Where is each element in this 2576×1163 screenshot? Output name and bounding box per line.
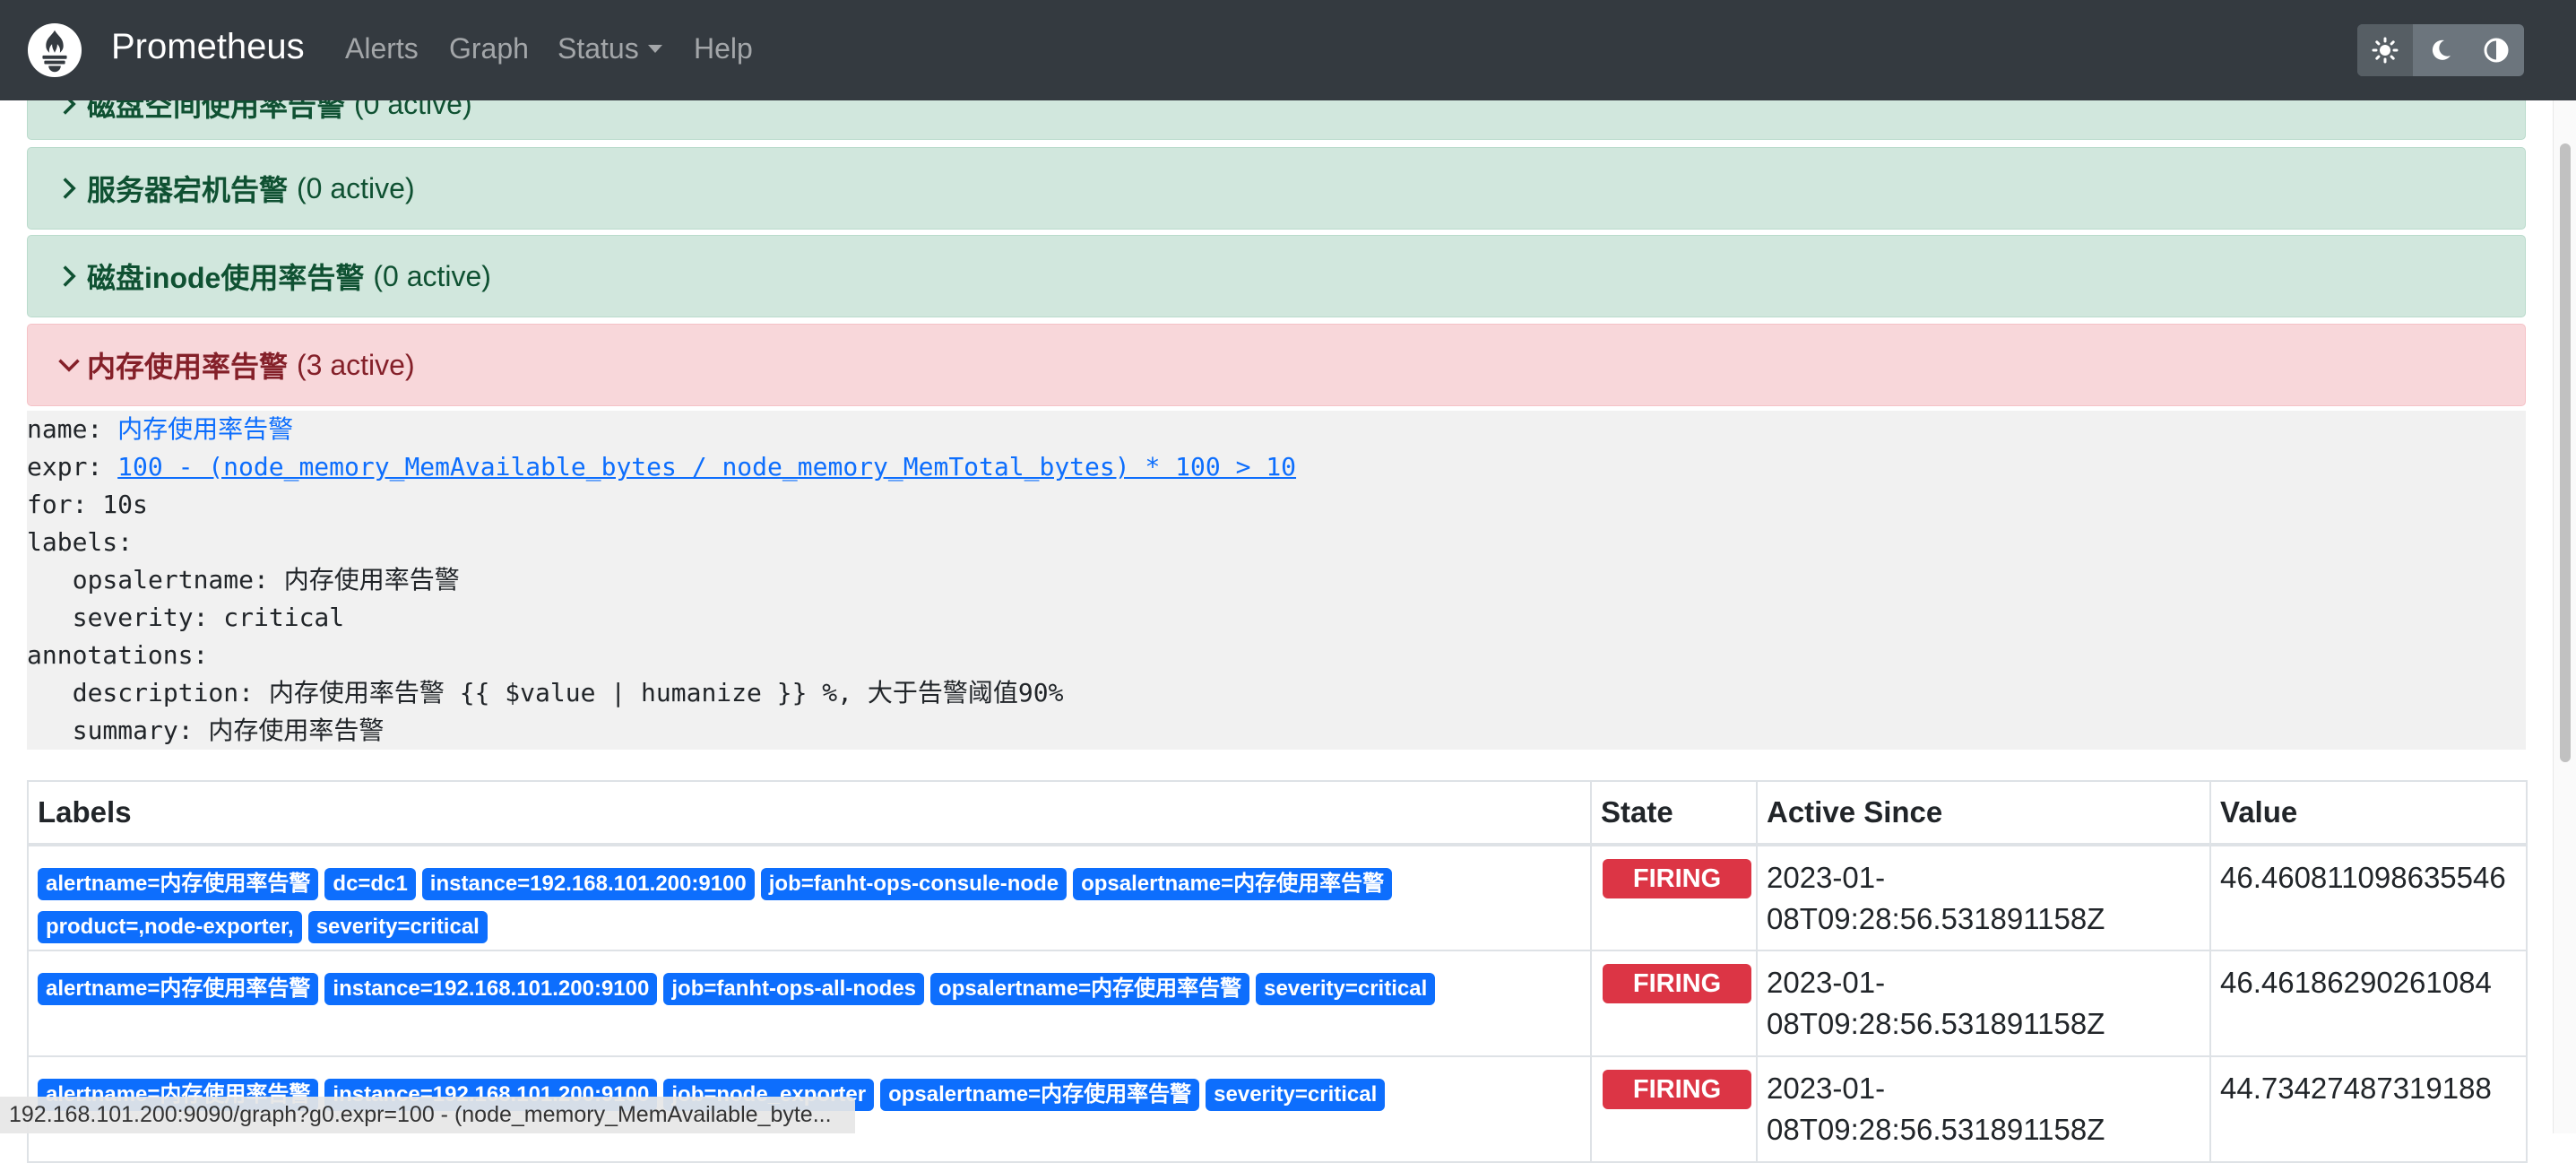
chevron-right-icon [63, 178, 76, 199]
half-circle-icon [2484, 38, 2509, 63]
since-time: 08T09:28:56.531891158Z [1767, 1007, 2105, 1040]
rule-name-line: name: 内存使用率告警 [27, 411, 293, 448]
nav-alerts[interactable]: Alerts [345, 32, 419, 65]
header-labels: Labels [27, 780, 1592, 846]
since-date: 2023-01- [1767, 861, 1886, 894]
group-name: 磁盘inode使用率告警 [87, 262, 365, 294]
rule-definition: name: 内存使用率告警 expr: 100 - (node_memory_M… [27, 411, 2526, 750]
theme-switcher [2357, 24, 2524, 76]
light-theme-button[interactable] [2357, 24, 2413, 76]
firing-badge: FIRING [1603, 859, 1751, 898]
rule-label-severity: severity: critical [42, 603, 345, 632]
alert-value: 46.460811098635546 [2209, 844, 2528, 951]
label-badge: job=fanht-ops-all-nodes [663, 973, 925, 1005]
group-active-count: (0 active) [373, 259, 491, 292]
rule-group-disk-inode[interactable]: 磁盘inode使用率告警 (0 active) [27, 235, 2526, 317]
firing-badge: FIRING [1603, 964, 1751, 1003]
since-time: 08T09:28:56.531891158Z [1767, 902, 2105, 935]
rule-labels-key: labels: [27, 527, 134, 557]
group-name: 服务器宕机告警 [87, 174, 289, 206]
moon-icon [2432, 39, 2451, 60]
nav-help[interactable]: Help [694, 32, 753, 65]
alert-active-since: 2023-01- 08T09:28:56.531891158Z [1756, 950, 2211, 1057]
label-badge: alertname=内存使用率告警 [38, 868, 319, 900]
dark-theme-button[interactable] [2413, 24, 2468, 76]
rule-expr-key: expr: [27, 452, 103, 482]
alert-labels: alertname=内存使用率告警 instance=192.168.101.20… [27, 950, 1592, 1057]
label-badge: alertname=内存使用率告警 [38, 973, 319, 1005]
rule-group-memory-usage[interactable]: 内存使用率告警 (3 active) [27, 324, 2526, 406]
label-badge: job=fanht-ops-consule-node [760, 868, 1068, 900]
group-active-count: (0 active) [297, 171, 415, 204]
rule-annotations-key: annotations: [27, 640, 209, 670]
header-value: Value [2209, 780, 2528, 846]
label-badge: instance=192.168.101.200:9100 [324, 973, 658, 1005]
label-badge: dc=dc1 [324, 868, 416, 900]
alert-value: 46.46186290261084 [2209, 950, 2528, 1057]
since-time: 08T09:28:56.531891158Z [1767, 1113, 2105, 1146]
table-row: alertname=内存使用率告警 instance=192.168.101.20… [27, 950, 2528, 1057]
header-active-since: Active Since [1756, 780, 2211, 846]
label-badge: severity=critical [1256, 973, 1436, 1005]
group-active-count: (3 active) [297, 348, 415, 381]
sun-icon [2372, 37, 2399, 64]
scrollbar-thumb[interactable] [2560, 143, 2571, 762]
label-badge: instance=192.168.101.200:9100 [421, 868, 755, 900]
group-name: 内存使用率告警 [87, 351, 289, 383]
alert-active-since: 2023-01- 08T09:28:56.531891158Z [1756, 1055, 2211, 1163]
nav-status-dropdown[interactable]: Status [558, 32, 662, 65]
firing-badge: FIRING [1603, 1070, 1751, 1109]
auto-theme-button[interactable] [2468, 24, 2524, 76]
chevron-right-icon [63, 265, 76, 287]
alert-labels: alertname=内存使用率告警 dc=dc1 instance=192.168.… [27, 844, 1592, 951]
alert-active-since: 2023-01- 08T09:28:56.531891158Z [1756, 844, 2211, 951]
table-row: alertname=内存使用率告警 dc=dc1 instance=192.168.… [27, 844, 2528, 951]
since-date: 2023-01- [1767, 1072, 1886, 1105]
header-state: State [1590, 780, 1758, 846]
link-preview-statusbar: 192.168.101.200:9090/graph?g0.expr=100 -… [0, 1097, 855, 1133]
alert-state: FIRING [1590, 950, 1758, 1057]
rule-expr-line: expr: 100 - (node_memory_MemAvailable_by… [27, 448, 1296, 486]
chevron-down-icon [58, 359, 80, 372]
rule-annotation-description: description: 内存使用率告警 {{ $value | humaniz… [42, 678, 1064, 707]
label-badge: opsalertname=内存使用率告警 [880, 1079, 1200, 1111]
rule-for-line: for: 10s [27, 490, 148, 519]
nav-graph[interactable]: Graph [449, 32, 529, 65]
chevron-down-icon [647, 45, 662, 53]
alert-value: 44.73427487319188 [2209, 1055, 2528, 1163]
since-date: 2023-01- [1767, 966, 1886, 999]
alert-state: FIRING [1590, 1055, 1758, 1163]
vertical-scrollbar[interactable] [2553, 100, 2576, 1133]
rule-name-link[interactable]: 内存使用率告警 [117, 414, 293, 444]
table-header-row: Labels State Active Since Value [27, 780, 2528, 846]
rule-expr-link[interactable]: 100 - (node_memory_MemAvailable_bytes / … [117, 452, 1296, 482]
rule-name-key: name: [27, 414, 103, 444]
rule-annotation-summary: summary: 内存使用率告警 [42, 716, 385, 745]
label-badge: severity=critical [1206, 1079, 1386, 1111]
alert-state: FIRING [1590, 844, 1758, 951]
prometheus-logo-icon[interactable] [27, 22, 82, 78]
rule-group-server-down[interactable]: 服务器宕机告警 (0 active) [27, 147, 2526, 230]
top-navbar: Prometheus Alerts Graph Status Help [0, 0, 2576, 100]
nav-status-label: Status [558, 32, 639, 65]
rule-label-opsalertname: opsalertname: 内存使用率告警 [42, 565, 460, 595]
label-badge: opsalertname=内存使用率告警 [930, 973, 1250, 1005]
label-badge: opsalertname=内存使用率告警 [1073, 868, 1393, 900]
label-badge: product=,node-exporter, [38, 911, 302, 943]
brand-name[interactable]: Prometheus [111, 27, 305, 67]
label-badge: severity=critical [307, 911, 488, 943]
